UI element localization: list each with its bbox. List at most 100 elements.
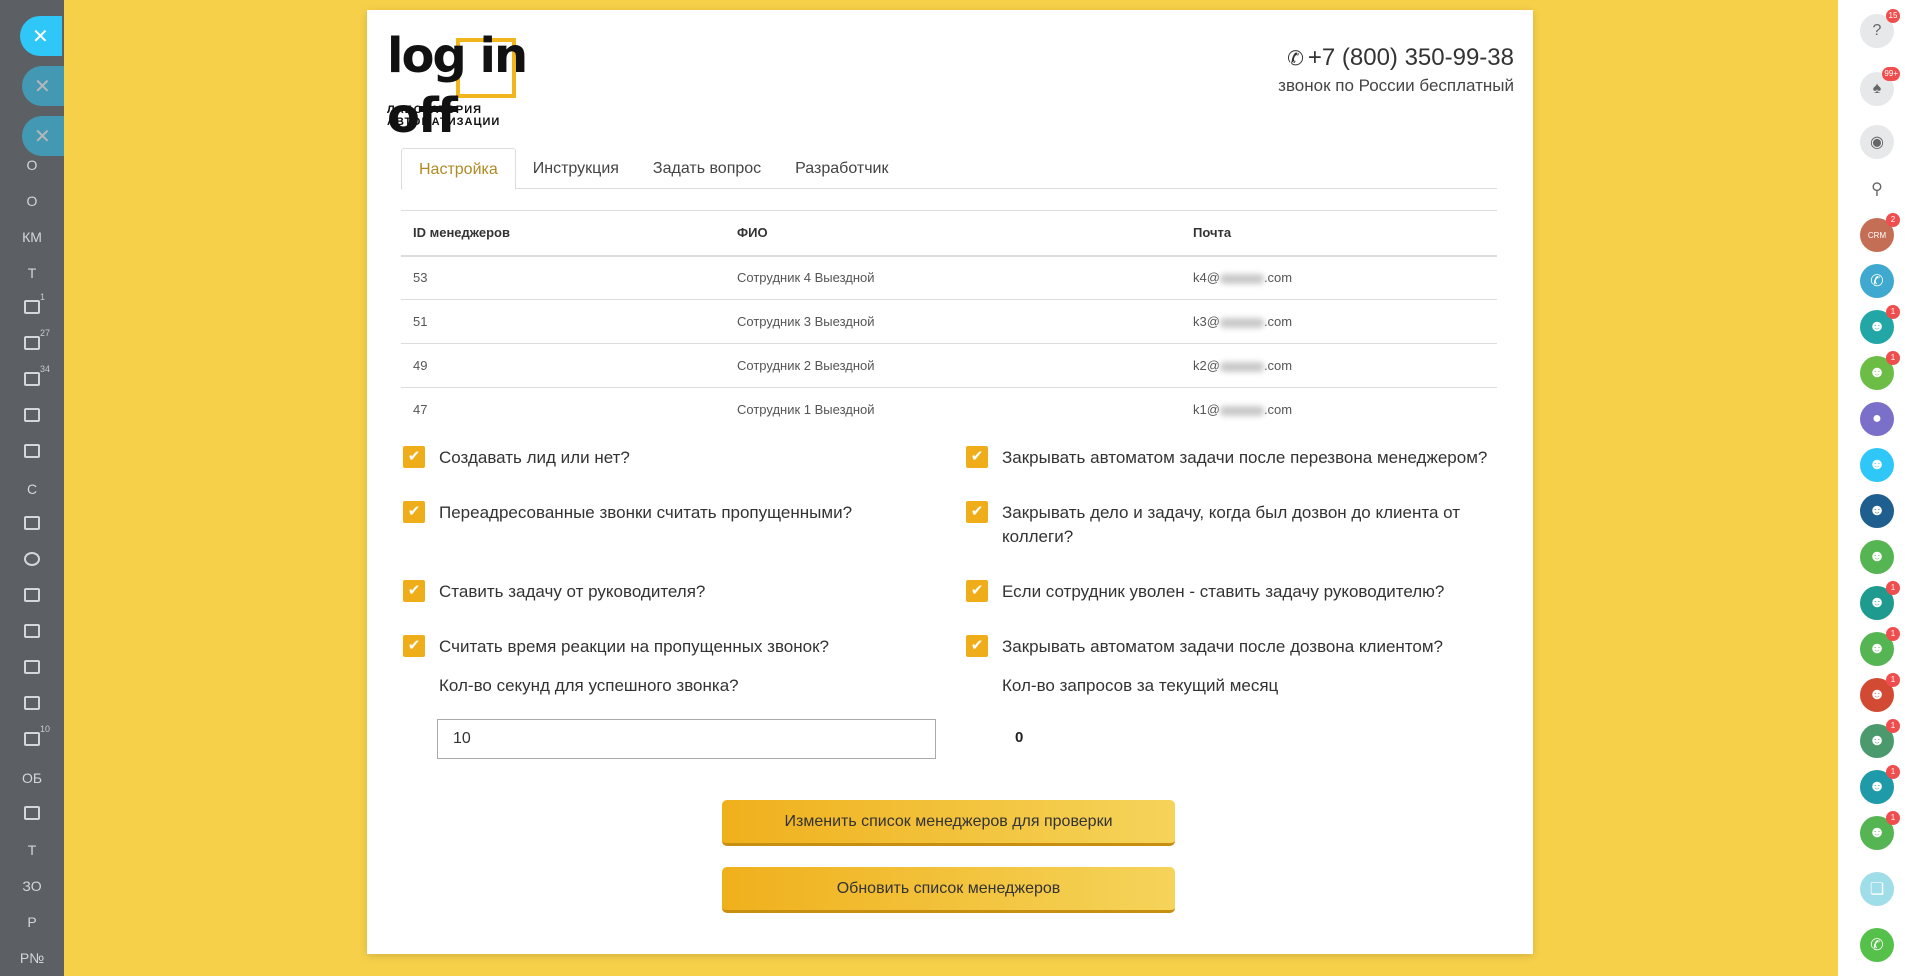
counter: 10 (40, 724, 51, 734)
left-item-mail[interactable] (0, 588, 64, 605)
left-item-chat[interactable]: 34 (0, 364, 64, 389)
cell-name: Сотрудник 1 Выездной (737, 402, 875, 418)
counter: 34 (40, 364, 51, 374)
option-close-after-callback: ✔ Закрывать автоматом задачи после перез… (966, 446, 1496, 470)
users-icon: ☻ (1868, 502, 1886, 519)
left-item-rn[interactable]: Р№ (0, 950, 64, 966)
managers-table: ID менеджеров ФИО Почта 53 Сотрудник 4 В… (401, 210, 1497, 432)
left-item-km[interactable]: КМ (0, 229, 64, 245)
option-create-lead: ✔ Создавать лид или нет? (403, 446, 943, 470)
close-slider-button-2[interactable]: ✕ (22, 66, 64, 106)
unread-badge: 1 (1886, 627, 1900, 641)
left-item-bot[interactable] (0, 624, 64, 641)
users-icon (24, 408, 40, 422)
left-item-contacts[interactable] (0, 696, 64, 713)
copy-chat-button[interactable]: ❏ (1860, 872, 1894, 906)
left-item-t2[interactable]: Т (0, 842, 64, 858)
user-icon: ☻ (1868, 548, 1886, 565)
left-item-window[interactable] (0, 660, 64, 677)
user-chat-7[interactable]: ☻ 1 (1860, 811, 1900, 850)
cart-icon (24, 732, 40, 746)
close-slider-button-3[interactable]: ✕ (22, 116, 64, 156)
checkbox-fired-to-head[interactable]: ✔ (966, 580, 988, 602)
user-chat-4[interactable]: ☻ 1 (1860, 673, 1900, 712)
left-item-users[interactable] (0, 408, 64, 425)
left-item-drive[interactable] (0, 444, 64, 461)
unread-badge: 1 (1886, 811, 1900, 825)
crm-button[interactable]: CRM 2 (1860, 213, 1900, 252)
notifications-badge: 99+ (1882, 67, 1900, 81)
option-fired-to-head: ✔ Если сотрудник уволен - ставить задачу… (966, 580, 1496, 604)
left-item-o2[interactable]: О (0, 193, 64, 209)
close-slider-button[interactable]: ✕ (20, 16, 62, 56)
change-managers-button[interactable]: Изменить список менеджеров для проверки (722, 800, 1175, 846)
left-item-calendar[interactable] (0, 516, 64, 533)
left-item-doc[interactable] (0, 806, 64, 823)
option-label: Закрывать дело и задачу, когда был дозво… (1002, 503, 1461, 546)
robot-icon (24, 624, 40, 638)
search-button[interactable]: ⚲ (1860, 172, 1894, 206)
left-item-shop[interactable]: 10 (0, 724, 64, 749)
email-prefix: k1@ (1193, 402, 1220, 418)
phone-icon: ✆ (1287, 48, 1304, 70)
user-chat-1[interactable]: ☻ (1860, 540, 1894, 574)
option-task-from-head: ✔ Ставить задачу от руководителя? (403, 580, 943, 604)
left-item-c[interactable]: С (0, 481, 64, 497)
user-chat-3[interactable]: ☻ 1 (1860, 627, 1900, 666)
email-prefix: k3@ (1193, 314, 1220, 329)
checkbox-close-after-client[interactable]: ✔ (966, 635, 988, 657)
header-email: Почта (1181, 210, 1497, 257)
seconds-input[interactable]: 10 (437, 719, 936, 759)
blurred-domain (1219, 317, 1264, 328)
header-name: ФИО (725, 210, 1181, 257)
seconds-label: Кол-во секунд для успешного звонка? (439, 676, 739, 695)
group-chat-2[interactable]: ☻ 1 (1860, 351, 1900, 390)
refresh-managers-button[interactable]: Обновить список менеджеров (722, 867, 1175, 913)
requests-label: Кол-во запросов за текущий месяц (1002, 676, 1279, 695)
unread-badge: 1 (1886, 351, 1900, 365)
call-button[interactable]: ✆ (1860, 928, 1894, 962)
messages-button[interactable]: ◉ (1860, 125, 1894, 159)
user-chat-5[interactable]: ☻ 1 (1860, 719, 1900, 758)
left-item-ob[interactable]: ОБ (0, 770, 64, 786)
chat-icon: ◉ (1870, 134, 1884, 151)
tab-instruction[interactable]: Инструкция (516, 148, 636, 189)
telephony-button[interactable]: ✆ (1860, 264, 1894, 298)
user-chat-6[interactable]: ☻ 1 (1860, 765, 1900, 804)
checkbox-close-after-callback[interactable]: ✔ (966, 446, 988, 468)
help-icon: ? (1872, 22, 1882, 39)
tab-ask-question[interactable]: Задать вопрос (636, 148, 778, 189)
search-icon: ⚲ (1871, 181, 1883, 198)
cell-id: 49 (401, 343, 725, 388)
help-button[interactable]: ? 15 (1860, 9, 1900, 48)
tab-developer[interactable]: Разработчик (778, 148, 905, 189)
left-item-o1[interactable]: О (0, 157, 64, 173)
user-clock-icon: ☻ (1868, 456, 1886, 473)
cell-id: 47 (413, 402, 428, 418)
blurred-domain (1219, 361, 1264, 372)
checkbox-task-from-head[interactable]: ✔ (403, 580, 425, 602)
tab-settings[interactable]: Настройка (401, 148, 516, 190)
notifications-button[interactable]: ♠ 99+ (1860, 67, 1900, 106)
checkbox-close-when-colleague[interactable]: ✔ (966, 501, 988, 523)
checkbox-reaction-time[interactable]: ✔ (403, 635, 425, 657)
close-icon: ✕ (34, 126, 51, 148)
user-status-button[interactable]: ☻ (1860, 448, 1894, 482)
left-item-r[interactable]: Р (0, 914, 64, 930)
left-item-time[interactable] (0, 552, 64, 569)
table-row: 49 Сотрудник 2 Выездной k2@ .com (401, 343, 1497, 388)
left-item-tasks[interactable]: 1 (0, 292, 64, 317)
user-chat-2[interactable]: ☻ 1 (1860, 581, 1900, 620)
group-chat-1[interactable]: ☻ 1 (1860, 305, 1900, 344)
cell-id: 51 (401, 299, 725, 344)
left-item-zo[interactable]: ЗО (0, 878, 64, 894)
locked-chat[interactable]: ● (1860, 402, 1894, 436)
group-chat-3[interactable]: ☻ (1860, 494, 1894, 528)
left-item-t[interactable]: Т (0, 265, 64, 281)
counter: 27 (40, 328, 51, 338)
left-item-checks[interactable]: 27 (0, 328, 64, 353)
checkbox-forwarded-missed[interactable]: ✔ (403, 501, 425, 523)
checkbox-create-lead[interactable]: ✔ (403, 446, 425, 468)
users-icon: ☻ (1868, 364, 1886, 381)
phone-text: +7 (800) 350-99-38 (1307, 44, 1514, 71)
